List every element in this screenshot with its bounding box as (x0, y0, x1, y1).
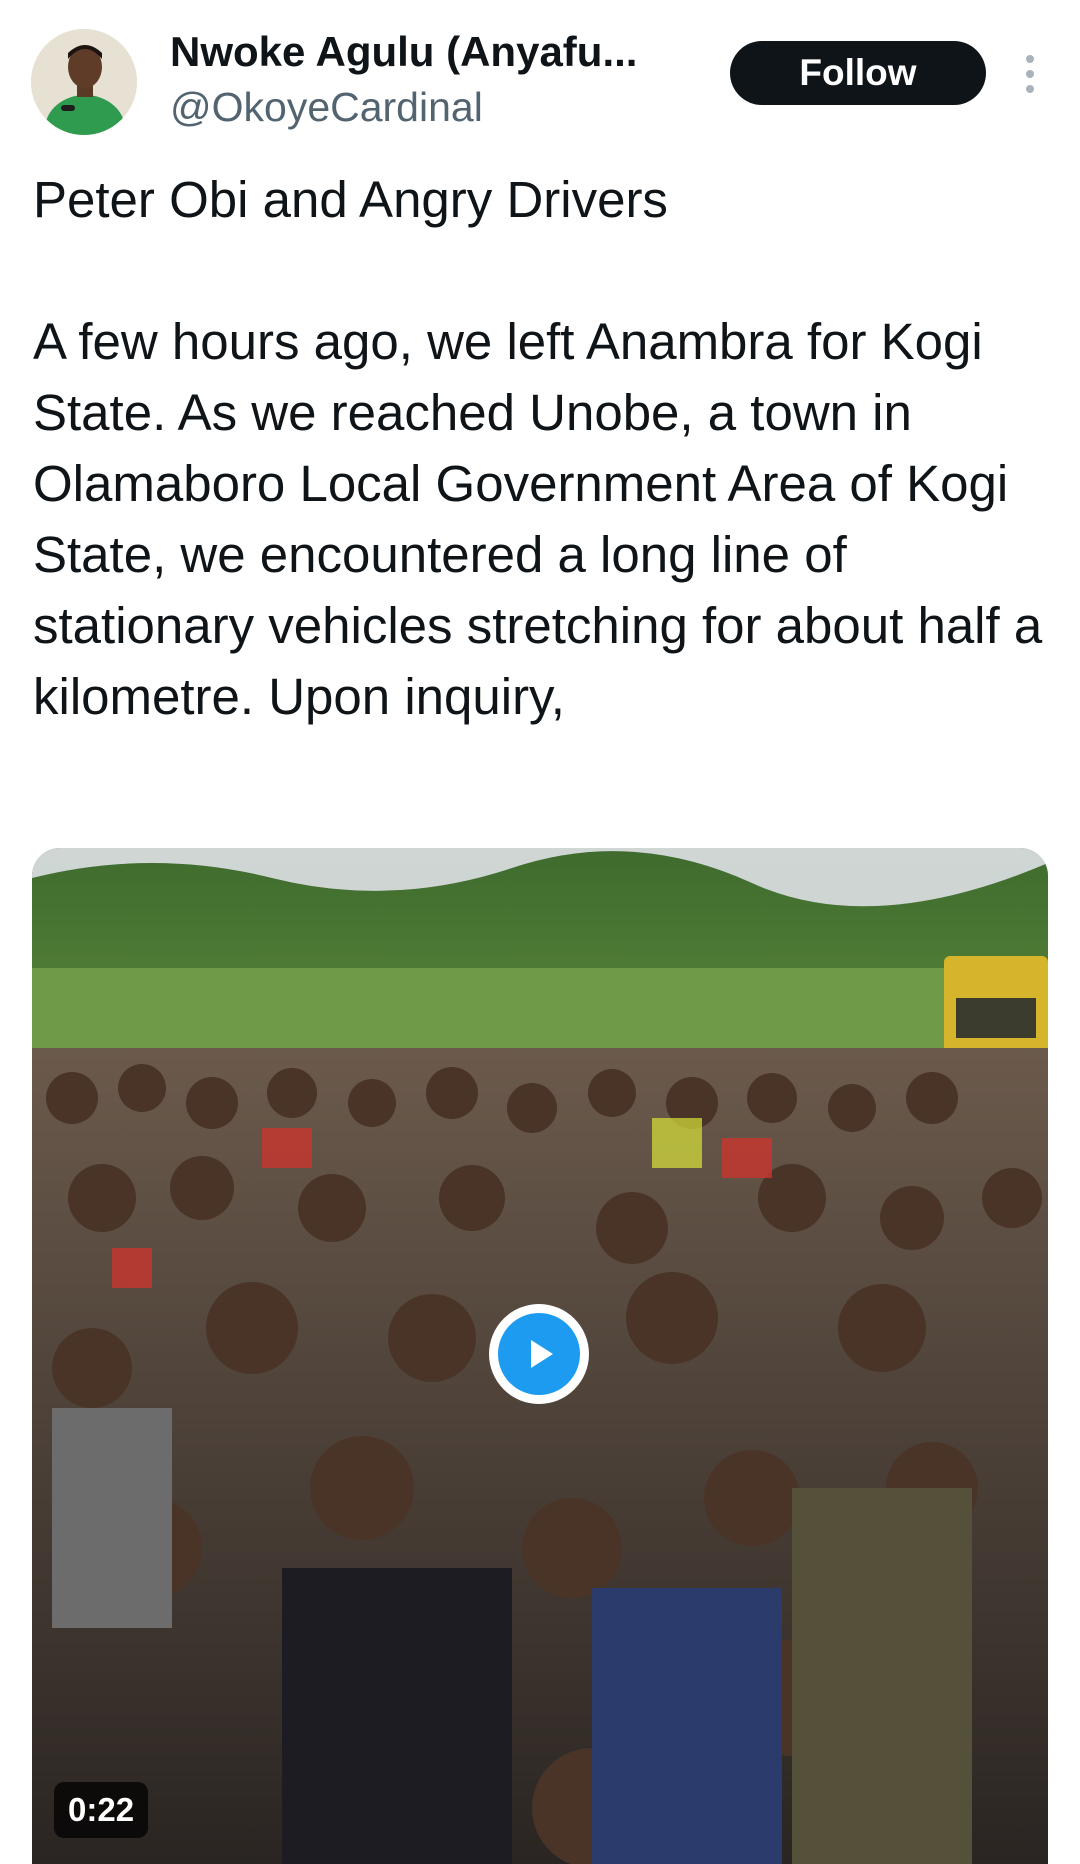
more-dot (1026, 85, 1034, 93)
more-dot (1026, 55, 1034, 63)
author-avatar[interactable] (31, 29, 137, 135)
more-options-icon[interactable] (1010, 46, 1050, 102)
tweet-body: A few hours ago, we left Anambra for Kog… (33, 313, 1043, 725)
play-icon (498, 1313, 580, 1395)
video-player[interactable]: 0:22 (32, 848, 1048, 1864)
author-handle[interactable]: @OkoyeCardinal (170, 82, 483, 132)
video-duration-badge: 0:22 (54, 1782, 149, 1838)
tweet-header: Nwoke Agulu (Anyafu... @OkoyeCardinal Fo… (0, 0, 1080, 150)
tweet-text: Peter Obi and Angry Drivers A few hours … (33, 164, 1043, 732)
play-button[interactable] (489, 1304, 589, 1404)
follow-button[interactable]: Follow (730, 41, 986, 105)
tweet-headline: Peter Obi and Angry Drivers (33, 171, 668, 228)
more-dot (1026, 70, 1034, 78)
author-display-name[interactable]: Nwoke Agulu (Anyafu... (170, 26, 690, 78)
play-triangle (531, 1340, 553, 1368)
profile-avatar-icon (31, 29, 137, 135)
